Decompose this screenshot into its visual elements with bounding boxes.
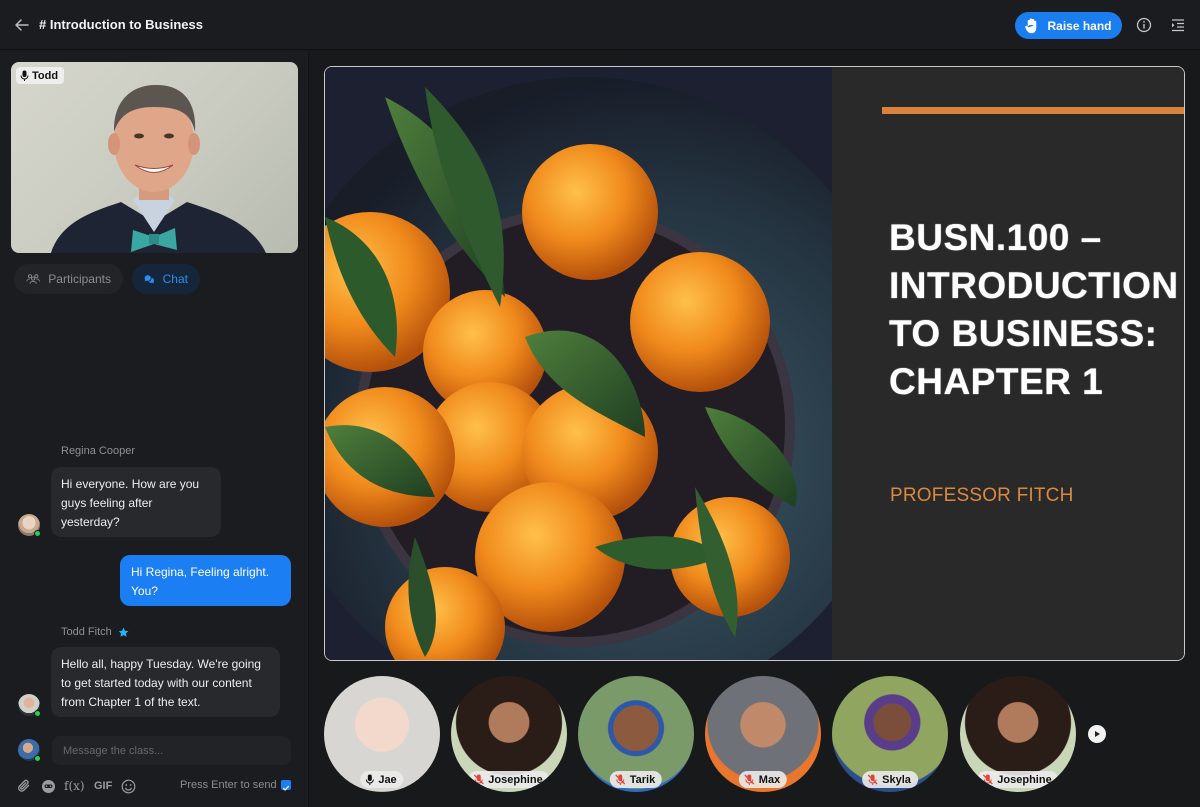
message-sender: Regina Cooper <box>61 445 135 457</box>
online-indicator <box>34 530 41 537</box>
raise-hand-label: Raise hand <box>1047 18 1112 33</box>
participant-name: Tarik <box>629 773 656 786</box>
sticker-button[interactable] <box>41 778 56 794</box>
avatar-todd[interactable] <box>18 694 41 717</box>
shared-slide: BUSN.100 – INTRODUCTION TO BUSINESS: CHA… <box>324 66 1185 661</box>
chat-message-own: Hi Regina, Feeling alright. You? <box>120 555 291 606</box>
enter-to-send-label: Press Enter to send <box>180 779 277 791</box>
participant-name: Skyla <box>882 773 911 786</box>
mic-muted-icon <box>473 774 484 785</box>
message-line: to get started today with our content <box>61 676 252 690</box>
message-sender: Todd Fitch <box>61 626 112 638</box>
participant-tile[interactable]: Max <box>705 676 821 792</box>
message-input[interactable] <box>52 736 291 765</box>
participant-name-tag: Josephine <box>977 771 1059 788</box>
emoji-button[interactable] <box>121 778 136 794</box>
chat-message: Hello all, happy Tuesday. We're going to… <box>51 647 280 717</box>
participant-tile[interactable]: Josephine <box>451 676 567 792</box>
participant-name-tag: Max <box>738 771 788 788</box>
slide-photo-tangerines <box>325 67 832 660</box>
sidebar-tabs: Participants Chat <box>14 264 200 294</box>
formula-button[interactable]: f(x) <box>64 778 85 794</box>
message-line: from Chapter 1 of the text. <box>61 695 201 709</box>
online-indicator <box>34 755 41 762</box>
participant-name: Max <box>758 773 781 786</box>
tab-participants-label: Participants <box>48 272 111 286</box>
participant-name: Josephine <box>997 773 1052 786</box>
info-icon <box>1136 17 1152 33</box>
mic-muted-icon <box>867 774 878 785</box>
panel-list-icon <box>1172 19 1184 32</box>
slide-title: BUSN.100 – INTRODUCTION TO BUSINESS: CHA… <box>889 214 1179 406</box>
formula-icon: f(x) <box>64 779 85 793</box>
presenter-name-tag: Todd <box>16 67 65 84</box>
next-participants-button[interactable] <box>1088 725 1106 743</box>
participant-name-tag: Jae <box>360 771 404 788</box>
sticker-icon <box>42 779 55 793</box>
page-title: # Introduction to Business <box>39 17 203 32</box>
gif-button[interactable]: GIF <box>94 778 112 794</box>
participant-tile[interactable]: Jae <box>324 676 440 792</box>
participants-icon <box>26 274 40 284</box>
participant-tile[interactable]: Skyla <box>832 676 948 792</box>
gif-label: GIF <box>94 780 113 792</box>
avatar-current-user[interactable] <box>18 739 41 762</box>
mic-muted-icon <box>982 774 993 785</box>
participant-name-tag: Josephine <box>468 771 550 788</box>
presenter-portrait <box>51 84 266 253</box>
participant-name-tag: Tarik <box>609 771 663 788</box>
info-button[interactable] <box>1135 16 1153 34</box>
message-sender-row: Todd Fitch <box>61 626 129 638</box>
message-line: Hi Regina, Feeling alright. <box>131 565 270 579</box>
message-line: You? <box>131 584 158 598</box>
participant-tile[interactable]: Josephine <box>960 676 1076 792</box>
message-line: guys feeling after <box>61 496 153 510</box>
accent-rule <box>882 107 1184 114</box>
slide-subtitle: PROFESSOR FITCH <box>890 485 1074 506</box>
avatar-regina[interactable] <box>18 514 41 537</box>
tab-chat-label: Chat <box>162 272 188 286</box>
tab-chat[interactable]: Chat <box>132 264 200 294</box>
slide-title-line: BUSN.100 – <box>889 217 1102 258</box>
presenter-video[interactable]: Todd <box>11 62 298 253</box>
checkmark-icon <box>282 785 290 791</box>
message-line: Hello all, happy Tuesday. We're going <box>61 657 261 671</box>
presenter-name: Todd <box>32 69 59 82</box>
star-icon <box>118 627 129 637</box>
online-indicator <box>34 710 41 717</box>
mic-muted-icon <box>744 774 755 785</box>
slide-title-line: INTRODUCTION <box>889 265 1179 306</box>
tab-participants[interactable]: Participants <box>14 264 123 294</box>
message-line: Hi everyone. How are you <box>61 477 200 491</box>
slide-title-line: TO BUSINESS: <box>889 313 1158 354</box>
top-bar: # Introduction to Business Raise hand <box>0 0 1200 50</box>
sidebar: Todd Participants Chat Regina Cooper Hi … <box>0 51 309 807</box>
raise-hand-button[interactable]: Raise hand <box>1015 12 1122 39</box>
emoji-icon <box>121 779 136 793</box>
mic-muted-icon <box>615 774 626 785</box>
participant-name: Josephine <box>488 773 543 786</box>
mic-icon <box>20 70 29 81</box>
panel-toggle-button[interactable] <box>1169 16 1187 34</box>
participant-tile[interactable]: Tarik <box>578 676 694 792</box>
participant-name: Jae <box>378 773 397 786</box>
chat-bubbles-icon <box>144 275 155 284</box>
play-next-icon <box>1095 731 1100 737</box>
attach-button[interactable] <box>17 778 31 794</box>
back-arrow-icon <box>15 19 29 31</box>
raised-hand-icon <box>1025 18 1037 33</box>
tangerines-image <box>325 67 832 660</box>
back-button[interactable] <box>12 15 32 35</box>
enter-to-send-checkbox[interactable] <box>281 780 291 791</box>
slide-title-panel: BUSN.100 – INTRODUCTION TO BUSINESS: CHA… <box>832 67 1184 660</box>
participant-name-tag: Skyla <box>862 771 918 788</box>
message-line: yesterday? <box>61 515 120 529</box>
slide-title-line: CHAPTER 1 <box>889 361 1104 402</box>
chat-message: Hi everyone. How are you guys feeling af… <box>51 467 221 537</box>
mic-icon <box>365 774 374 785</box>
paperclip-icon <box>18 779 30 792</box>
